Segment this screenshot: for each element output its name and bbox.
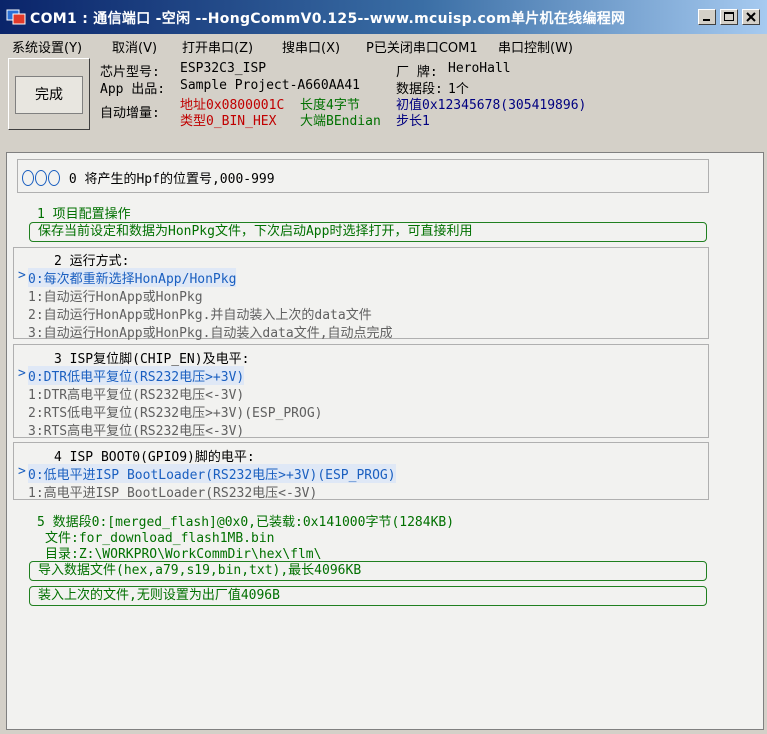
type-value: 类型0_BIN_HEX bbox=[180, 114, 277, 129]
maximize-icon bbox=[724, 12, 734, 21]
done-button-label: 完成 bbox=[15, 76, 83, 114]
header-panel: 完成 芯片型号: ESP32C3_ISP 厂 牌: HeroHall App 出… bbox=[0, 56, 767, 130]
import-data-button[interactable]: 导入数据文件(hex,a79,s19,bin,txt),最长4096KB bbox=[29, 561, 707, 581]
menu-cancel[interactable]: 取消(V) bbox=[112, 37, 157, 56]
step-value: 步长1 bbox=[396, 114, 430, 129]
app-icon bbox=[6, 9, 26, 25]
save-honpkg-button[interactable]: 保存当前设定和数据为HonPkg文件，下次启动App时选择打开，可直接利用 bbox=[29, 222, 707, 242]
reset-option-3[interactable]: 3:RTS高电平复位(RS232电压<-3V) bbox=[28, 420, 244, 439]
section3-title: 3 ISP复位脚(CHIP_EN)及电平: bbox=[54, 352, 250, 367]
run-mode-option-1[interactable]: 1:自动运行HonApp或HonPkg bbox=[28, 286, 203, 305]
position-text: 0 将产生的Hpf的位置号,000-999 bbox=[68, 172, 275, 187]
section1-title: 1 项目配置操作 bbox=[37, 207, 131, 222]
digit-circle-icon bbox=[35, 170, 47, 186]
section2-title: 2 运行方式: bbox=[54, 254, 130, 269]
reset-option-1[interactable]: 1:DTR高电平复位(RS232电压<-3V) bbox=[28, 384, 244, 403]
boot-pin-section: 4 ISP BOOT0(GPIO9)脚的电平: > 0:低电平进ISP Boot… bbox=[13, 442, 709, 501]
close-icon bbox=[746, 12, 756, 22]
selected-marker: > bbox=[18, 268, 26, 283]
digit-circle-icon bbox=[48, 170, 60, 186]
menu-system-settings[interactable]: 系统设置(Y) bbox=[12, 37, 82, 56]
position-number-row: 0 将产生的Hpf的位置号,000-999 bbox=[22, 168, 275, 187]
selected-marker: > bbox=[18, 366, 26, 381]
title-bar[interactable]: COM1 : 通信端口 -空闲 --HongCommV0.125--www.mc… bbox=[0, 0, 767, 34]
data-file-dir: 目录:Z:\WORKPRO\WorkCommDir\hex\flm\ bbox=[45, 547, 322, 562]
app-label: App 出品: bbox=[100, 82, 166, 97]
digit-circle-icon bbox=[22, 170, 34, 186]
config-panel: 0 将产生的Hpf的位置号,000-999 1 项目配置操作 保存当前设定和数据… bbox=[6, 152, 764, 730]
position-section: 0 将产生的Hpf的位置号,000-999 bbox=[17, 159, 709, 193]
section4-title: 4 ISP BOOT0(GPIO9)脚的电平: bbox=[54, 450, 255, 465]
vendor-value: HeroHall bbox=[448, 61, 511, 76]
done-button[interactable]: 完成 bbox=[8, 58, 90, 130]
maximize-button[interactable] bbox=[720, 9, 738, 25]
boot-option-1[interactable]: 1:高电平进ISP BootLoader(RS232电压<-3V) bbox=[28, 482, 317, 501]
minimize-button[interactable] bbox=[698, 9, 716, 25]
auto-inc-label: 自动增量: bbox=[100, 106, 160, 121]
selected-marker: > bbox=[18, 464, 26, 479]
endian-value: 大端BEndian bbox=[300, 114, 381, 129]
menu-search-port[interactable]: 搜串口(X) bbox=[282, 37, 340, 56]
reset-option-2[interactable]: 2:RTS低电平复位(RS232电压>+3V)(ESP_PROG) bbox=[28, 402, 323, 421]
app-value: Sample Project-A660AA41 bbox=[180, 78, 361, 93]
run-mode-option-3[interactable]: 3:自动运行HonApp或HonPkg.自动装入data文件,自动点完成 bbox=[28, 322, 393, 341]
menu-port-status[interactable]: P已关闭串口COM1 bbox=[366, 37, 478, 56]
run-mode-option-2[interactable]: 2:自动运行HonApp或HonPkg.并自动装入上次的data文件 bbox=[28, 304, 372, 323]
chip-value: ESP32C3_ISP bbox=[180, 61, 267, 76]
minimize-icon bbox=[703, 19, 710, 21]
reset-pin-section: 3 ISP复位脚(CHIP_EN)及电平: > 0:DTR低电平复位(RS232… bbox=[13, 344, 709, 439]
reset-option-0[interactable]: 0:DTR低电平复位(RS232电压>+3V) bbox=[28, 366, 245, 385]
load-last-file-button[interactable]: 装入上次的文件,无则设置为出厂值4096B bbox=[29, 586, 707, 606]
close-button[interactable] bbox=[742, 9, 760, 25]
menu-port-control[interactable]: 串口控制(W) bbox=[498, 37, 573, 56]
boot-option-0[interactable]: 0:低电平进ISP BootLoader(RS232电压>+3V)(ESP_PR… bbox=[28, 464, 396, 483]
run-mode-option-0[interactable]: 0:每次都重新选择HonApp/HonPkg bbox=[28, 268, 237, 287]
menu-bar: 系统设置(Y) 取消(V) 打开串口(Z) 搜串口(X) P已关闭串口COM1 … bbox=[0, 34, 767, 56]
window-title: COM1 : 通信端口 -空闲 --HongCommV0.125--www.mc… bbox=[30, 11, 626, 27]
menu-open-port[interactable]: 打开串口(Z) bbox=[182, 37, 253, 56]
run-mode-section: 2 运行方式: > 0:每次都重新选择HonApp/HonPkg 1:自动运行H… bbox=[13, 247, 709, 341]
